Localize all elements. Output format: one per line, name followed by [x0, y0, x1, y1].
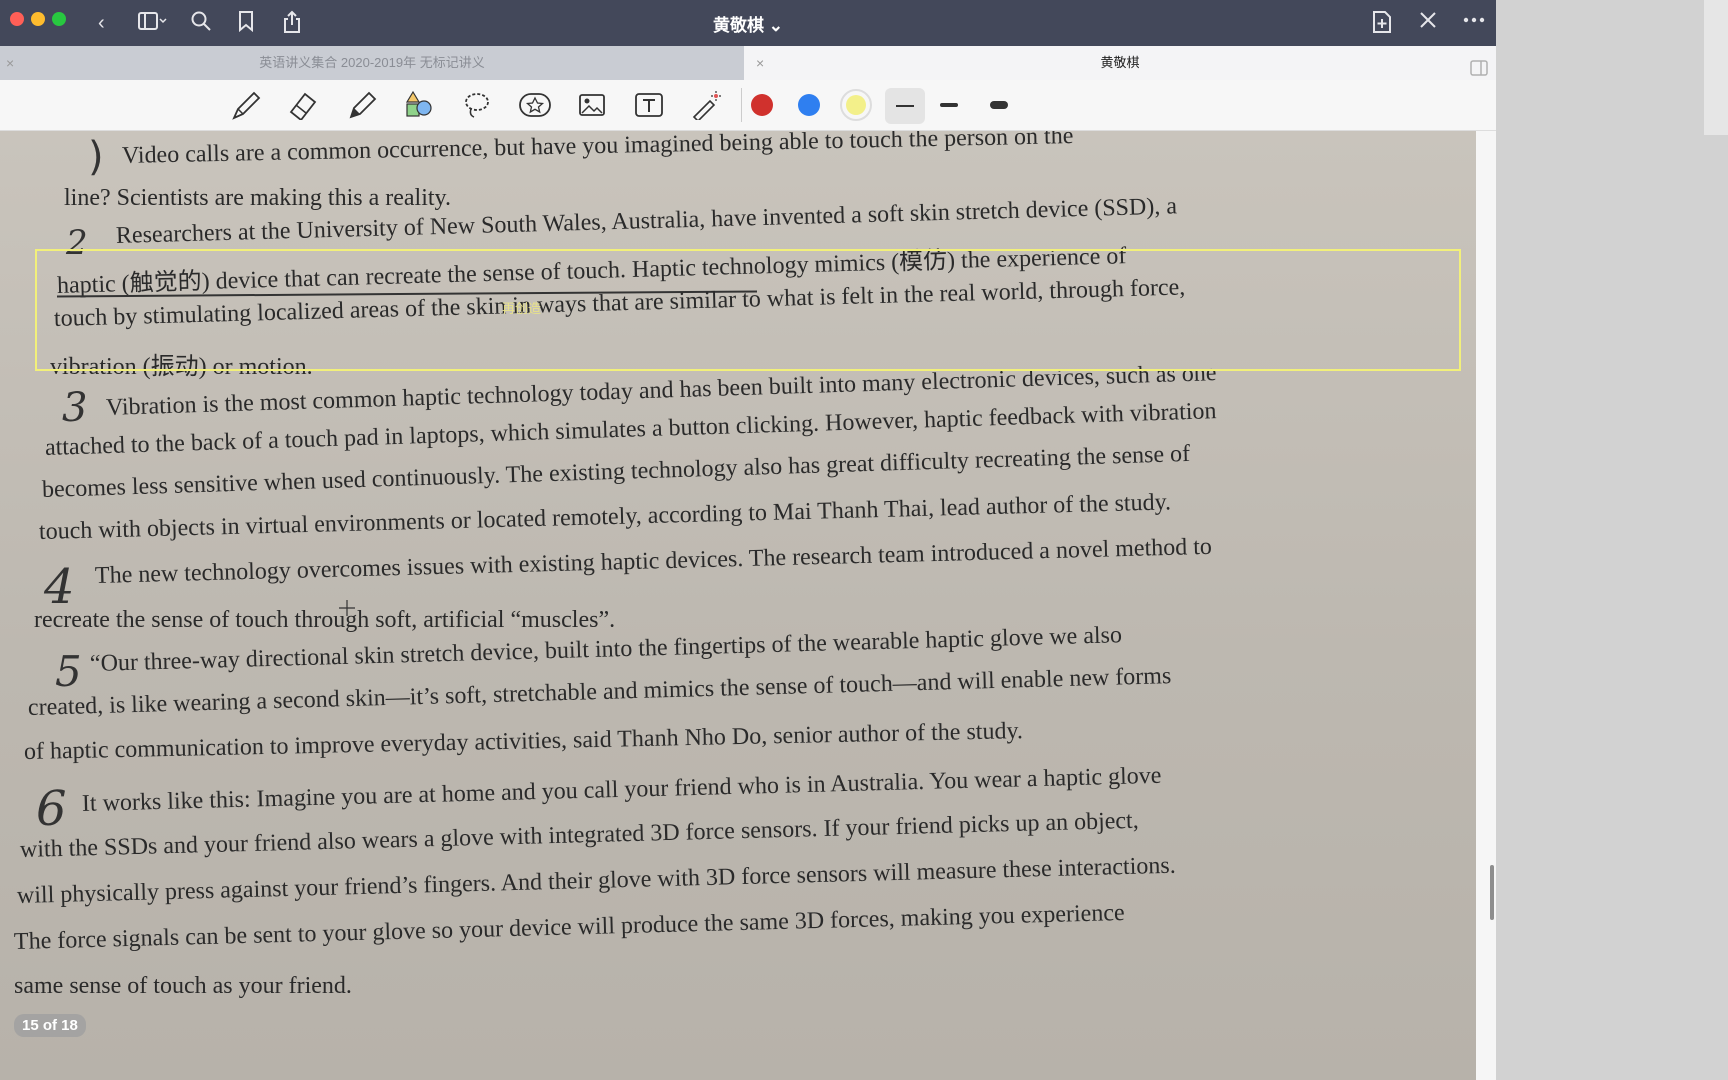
cursor-icon: [338, 599, 356, 617]
color-yellow-swatch-selected[interactable]: [840, 89, 872, 121]
tab-label: 黄敬棋: [1100, 55, 1140, 70]
laser-pointer-icon[interactable]: [691, 90, 723, 123]
eraser-icon[interactable]: [288, 90, 320, 122]
paragraph-line: will physically press against your frien…: [16, 852, 1177, 909]
paragraph-line: with the SSDs and your friend also wears…: [19, 807, 1139, 863]
scrollbar[interactable]: [1490, 865, 1494, 920]
paragraph-line: line? Scientists are making this a reali…: [64, 185, 451, 211]
stroke-thick-button[interactable]: [990, 101, 1008, 109]
color-blue-swatch[interactable]: [798, 94, 820, 116]
stroke-thin-button[interactable]: [885, 88, 925, 124]
tab-label: 英语讲义集合 2020-2019年 无标记讲义: [259, 55, 485, 70]
paragraph-line: same sense of touch as your friend.: [14, 973, 352, 999]
lasso-icon[interactable]: [461, 90, 493, 120]
paragraph-line: Video calls are a common occurrence, but…: [121, 131, 1074, 169]
stroke-medium-button[interactable]: [940, 103, 958, 107]
handwritten-number-6: 6: [36, 781, 67, 837]
highlighter-icon[interactable]: [346, 90, 378, 120]
paragraph-line: The force signals can be sent to your gl…: [13, 899, 1125, 955]
tab-close-icon[interactable]: ×: [756, 46, 764, 80]
tab-close-icon[interactable]: ×: [6, 46, 14, 80]
handwritten-number-3: 3: [62, 385, 88, 431]
text-highlight-annotation[interactable]: [35, 249, 1461, 371]
tab-active-document[interactable]: × 黄敬棋: [744, 46, 1496, 80]
tab-lecture-notes[interactable]: × 英语讲义集合 2020-2019年 无标记讲义: [0, 46, 744, 80]
annotation-comment[interactable]: 再创造: [502, 298, 541, 317]
document-title[interactable]: 黄敬棋 ⌄: [0, 11, 1496, 36]
more-icon[interactable]: [1462, 10, 1486, 37]
collapse-icon[interactable]: [1418, 10, 1438, 37]
paragraph-line: of haptic communication to improve every…: [23, 718, 1024, 765]
handwritten-number-5: 5: [55, 647, 82, 696]
pen-icon[interactable]: [230, 90, 262, 120]
paragraph-line: recreate the sense of touch through soft…: [34, 607, 616, 633]
divider: [741, 88, 742, 122]
paragraph-line: The new technology overcomes issues with…: [94, 533, 1213, 589]
desktop-background: [1496, 0, 1728, 1080]
tab-bar: × 英语讲义集合 2020-2019年 无标记讲义 × 黄敬棋: [0, 46, 1496, 80]
annotation-toolbar: [0, 80, 1496, 131]
title-bar: ‹ 黄敬棋 ⌄: [0, 0, 1496, 46]
app-window: ‹ 黄敬棋 ⌄ × 英语讲义集合 2020-2019年 无标记讲义 × 黄敬棋 …: [0, 0, 1496, 1080]
add-page-icon[interactable]: [1371, 10, 1393, 41]
paragraph-line: It works like this: Imagine you are at h…: [81, 762, 1162, 817]
color-red-swatch[interactable]: [751, 94, 773, 116]
sticker-icon[interactable]: [518, 90, 551, 120]
page-indicator: 15 of 18: [14, 1014, 86, 1037]
handwritten-bracket: ): [88, 134, 104, 180]
background-window-edge: [1704, 0, 1728, 135]
shapes-icon[interactable]: [403, 90, 435, 120]
image-icon[interactable]: [576, 90, 608, 120]
text-tool-icon[interactable]: [633, 90, 665, 120]
